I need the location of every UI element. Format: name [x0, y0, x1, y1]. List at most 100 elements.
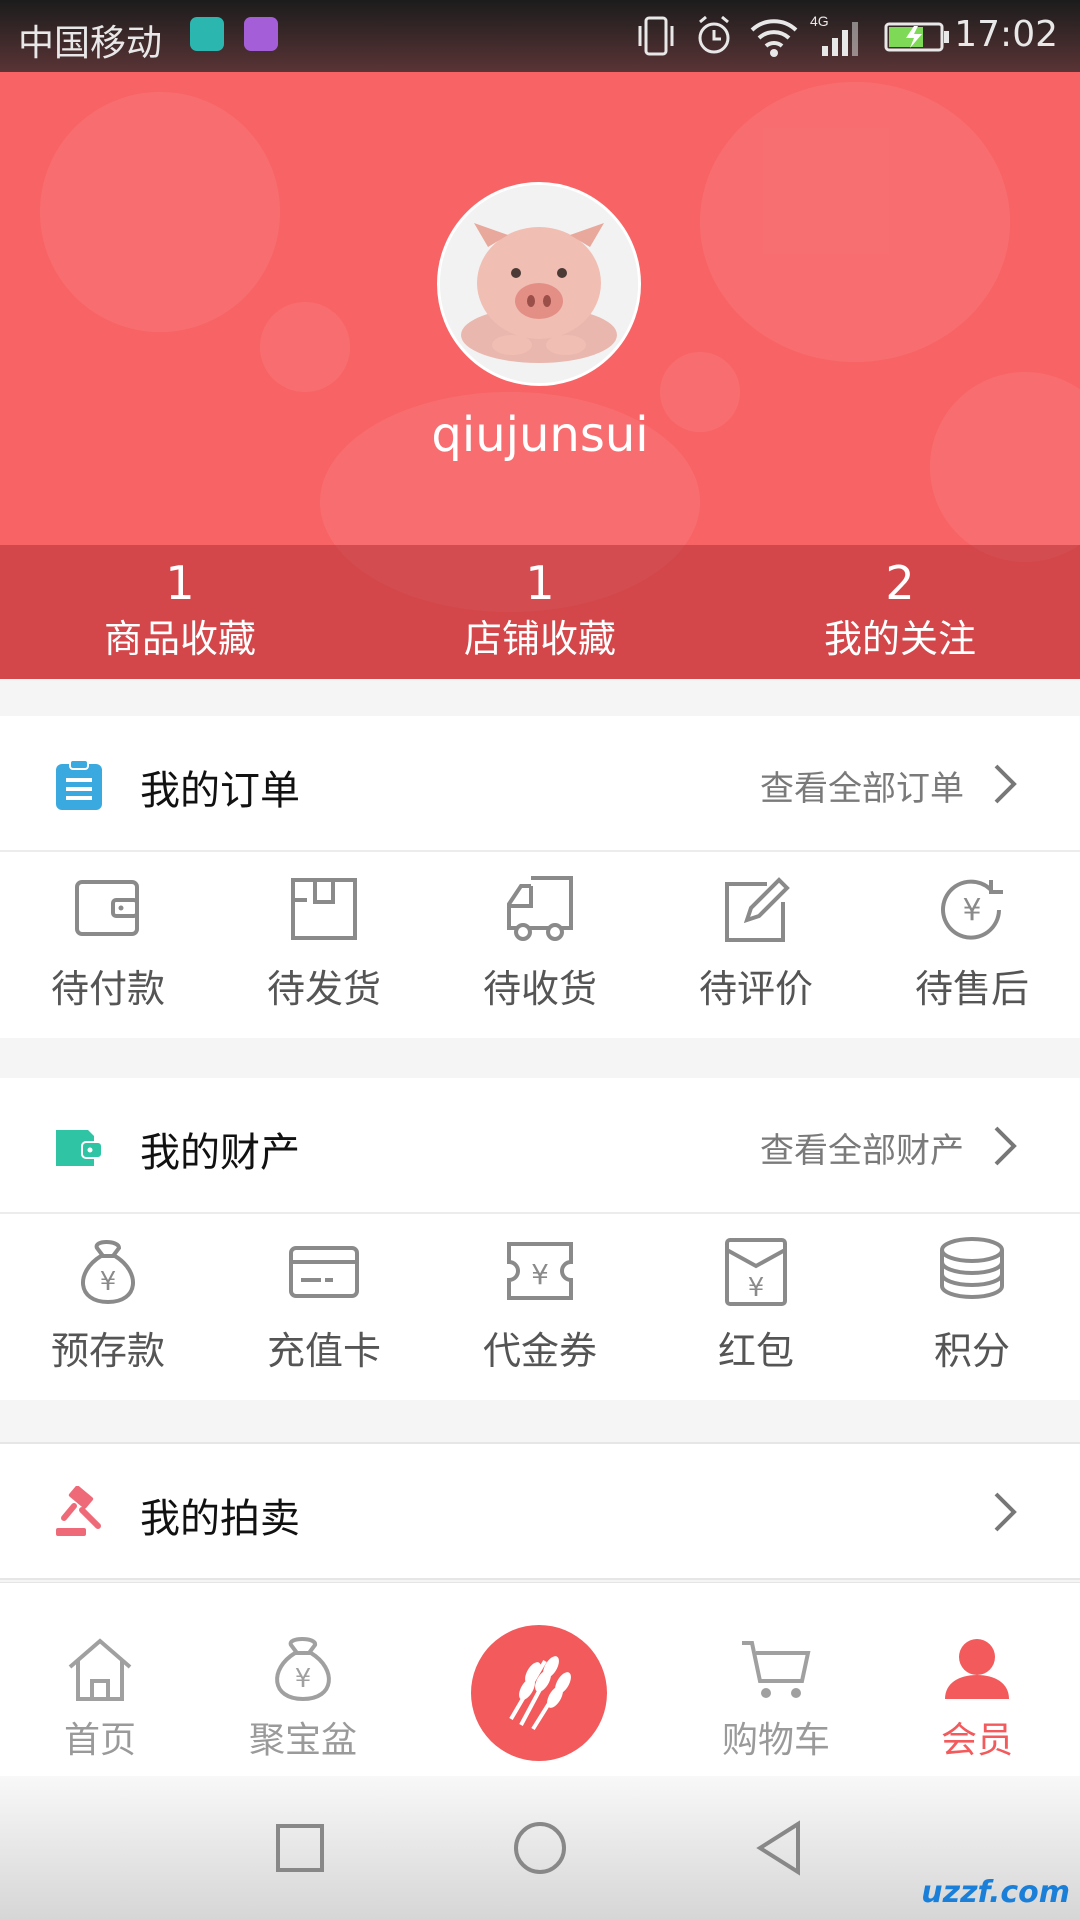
tab-home[interactable]: 首页 — [0, 1583, 200, 1777]
grid-label: 待评价 — [698, 967, 813, 1011]
auction-header: 我的拍卖 — [0, 1444, 1080, 1578]
grid-label: 积分 — [933, 1329, 1010, 1373]
orders-grid: 待付款 待发货 待收货 待评价 ¥ 待售后 — [0, 852, 1080, 1038]
watermark-logo: uzzf.com — [921, 1875, 1070, 1910]
wifi-icon — [750, 19, 798, 57]
orders-section: 我的订单 查看全部订单 待付款 待发货 待收货 待评价 ¥ 待售后 — [0, 716, 1080, 1038]
profile-header: qiujunsui 1 商品收藏 1 店铺收藏 2 我的关注 — [0, 72, 1080, 679]
order-pending-shipment[interactable]: 待发货 — [216, 852, 432, 1038]
home-button-icon[interactable] — [508, 1816, 572, 1880]
red-envelope-icon: ¥ — [725, 1238, 787, 1306]
background-decoration — [260, 302, 350, 392]
svg-text:¥: ¥ — [962, 893, 981, 928]
tab-treasure[interactable]: ¥ 聚宝盆 — [203, 1583, 403, 1777]
refund-icon: ¥ — [941, 879, 1003, 940]
coins-icon — [940, 1237, 1004, 1300]
tab-cart[interactable]: 购物车 — [676, 1583, 876, 1777]
order-pending-receipt[interactable]: 待收货 — [432, 852, 648, 1038]
android-notification-icon — [190, 17, 224, 51]
package-icon — [291, 878, 357, 940]
grid-label: 代金券 — [482, 1329, 597, 1373]
username: qiujunsui — [431, 407, 649, 463]
asset-prepaid-deposit[interactable]: ¥ 预存款 — [0, 1214, 216, 1400]
tab-center-featured[interactable] — [471, 1625, 607, 1761]
stat-product-favorites[interactable]: 1 商品收藏 — [0, 545, 360, 679]
status-bar: 中国移动 4G 17:02 — [0, 0, 1080, 72]
money-bag-icon: ¥ — [81, 1240, 135, 1305]
assets-grid: ¥ 预存款 充值卡 ¥ 代金券 ¥ 红包 积分 — [0, 1214, 1080, 1400]
asset-red-envelope[interactable]: ¥ 红包 — [648, 1214, 864, 1400]
view-all-orders-link[interactable]: 查看全部订单 — [760, 761, 964, 810]
asset-points[interactable]: 积分 — [864, 1214, 1080, 1400]
svg-text:¥: ¥ — [748, 1273, 765, 1303]
chevron-right-icon — [994, 764, 1017, 804]
background-decoration — [700, 82, 1010, 362]
auction-title: 我的拍卖 — [140, 1496, 300, 1542]
truck-icon — [507, 876, 573, 941]
avatar[interactable] — [437, 182, 641, 386]
wheat-icon — [509, 1656, 571, 1731]
grid-label: 充值卡 — [266, 1329, 381, 1373]
stat-value: 1 — [525, 556, 555, 610]
bottom-tab-bar: 首页 ¥ 聚宝盆 购物车 会员 — [0, 1582, 1080, 1777]
system-navigation-bar: uzzf.com — [0, 1776, 1080, 1920]
card-icon — [289, 1246, 359, 1298]
cart-icon — [742, 1641, 811, 1698]
wallet-icon — [75, 880, 139, 936]
tab-member[interactable]: 会员 — [877, 1583, 1077, 1777]
background-decoration — [930, 372, 1080, 562]
clock: 17:02 — [954, 14, 1058, 55]
stat-value: 1 — [165, 556, 195, 610]
orders-title: 我的订单 — [140, 768, 300, 814]
member-icon — [945, 1639, 1009, 1699]
stat-label: 我的关注 — [823, 617, 976, 661]
order-pending-payment[interactable]: 待付款 — [0, 852, 216, 1038]
tab-label: 购物车 — [721, 1720, 830, 1761]
asset-voucher[interactable]: ¥ 代金券 — [432, 1214, 648, 1400]
grid-label: 红包 — [717, 1329, 794, 1373]
gallery-notification-icon — [244, 17, 278, 51]
signal-icon: 4G — [810, 13, 858, 56]
background-decoration — [40, 92, 280, 332]
coupon-icon: ¥ — [507, 1242, 573, 1300]
stat-following[interactable]: 2 我的关注 — [720, 545, 1080, 679]
clipboard-icon — [56, 759, 102, 810]
assets-section: 我的财产 查看全部财产 ¥ 预存款 充值卡 ¥ 代金券 ¥ 红包 积分 — [0, 1078, 1080, 1400]
carrier-name: 中国移动 — [18, 23, 163, 64]
recent-apps-icon[interactable] — [268, 1816, 332, 1880]
wallet-color-icon — [56, 1130, 103, 1166]
svg-text:¥: ¥ — [295, 1664, 312, 1694]
battery-icon — [884, 22, 949, 52]
back-icon[interactable] — [748, 1816, 812, 1880]
svg-text:¥: ¥ — [531, 1258, 549, 1291]
pig-avatar-image — [440, 185, 638, 383]
grid-label: 待收货 — [482, 967, 597, 1011]
treasure-bag-icon: ¥ — [275, 1637, 331, 1702]
assets-header[interactable]: 我的财产 查看全部财产 — [0, 1078, 1080, 1214]
order-after-sales[interactable]: ¥ 待售后 — [864, 852, 1080, 1038]
stats-bar: 1 商品收藏 1 店铺收藏 2 我的关注 — [0, 545, 1080, 679]
chevron-right-icon — [994, 1126, 1017, 1166]
edit-icon — [725, 877, 790, 942]
view-all-assets-link[interactable]: 查看全部财产 — [760, 1123, 964, 1172]
asset-recharge-card[interactable]: 充值卡 — [216, 1214, 432, 1400]
stat-store-favorites[interactable]: 1 店铺收藏 — [360, 545, 720, 679]
stat-label: 店铺收藏 — [463, 617, 616, 661]
grid-label: 待售后 — [914, 967, 1029, 1011]
svg-text:¥: ¥ — [100, 1267, 117, 1297]
stat-label: 商品收藏 — [103, 617, 256, 661]
svg-text:4G: 4G — [810, 13, 829, 29]
order-pending-review[interactable]: 待评价 — [648, 852, 864, 1038]
alarm-icon — [698, 15, 730, 54]
vibrate-icon — [638, 16, 674, 56]
stat-value: 2 — [885, 556, 915, 610]
tab-label: 会员 — [940, 1720, 1013, 1761]
tab-label: 首页 — [63, 1720, 136, 1761]
grid-label: 待发货 — [266, 967, 381, 1011]
gavel-icon — [56, 1486, 101, 1536]
orders-header[interactable]: 我的订单 查看全部订单 — [0, 716, 1080, 852]
tab-label: 聚宝盆 — [248, 1720, 357, 1761]
chevron-right-icon — [994, 1492, 1017, 1532]
auction-row[interactable]: 我的拍卖 — [0, 1442, 1080, 1580]
grid-label: 待付款 — [50, 967, 165, 1011]
